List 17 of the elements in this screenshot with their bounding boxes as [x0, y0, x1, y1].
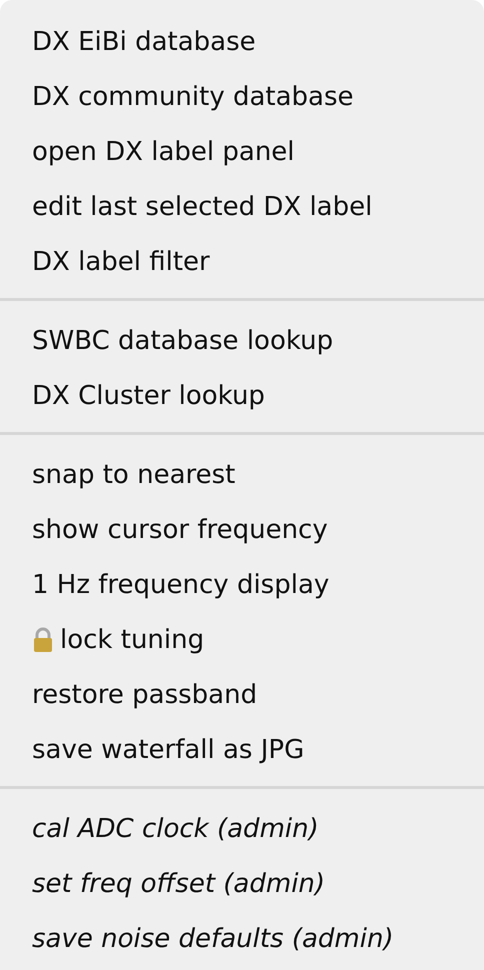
menu-item[interactable]: set freq offset (admin) [0, 856, 484, 911]
menu-item[interactable]: 1 Hz frequency display [0, 557, 484, 612]
menu-item[interactable]: lock tuning [0, 612, 484, 667]
menu-item[interactable]: DX EiBi database [0, 14, 484, 69]
menu-item[interactable]: open DX label panel [0, 124, 484, 179]
menu-item[interactable]: edit last selected DX label [0, 179, 484, 234]
menu-item[interactable]: cal ADC clock (admin) [0, 801, 484, 856]
menu-item[interactable]: SWBC database lookup [0, 313, 484, 368]
menu-item[interactable]: show cursor frequency [0, 502, 484, 557]
menu-item[interactable]: DX Cluster lookup [0, 368, 484, 423]
menu-item[interactable]: save noise defaults (admin) [0, 911, 484, 966]
menu-item[interactable]: save waterfall as JPG [0, 722, 484, 777]
menu-item[interactable]: restore passband [0, 667, 484, 722]
padlock-icon [32, 626, 54, 652]
menu-item[interactable]: snap to nearest [0, 447, 484, 502]
menu-item[interactable]: DX community database [0, 69, 484, 124]
menu-item[interactable]: DX label filter [0, 234, 484, 289]
